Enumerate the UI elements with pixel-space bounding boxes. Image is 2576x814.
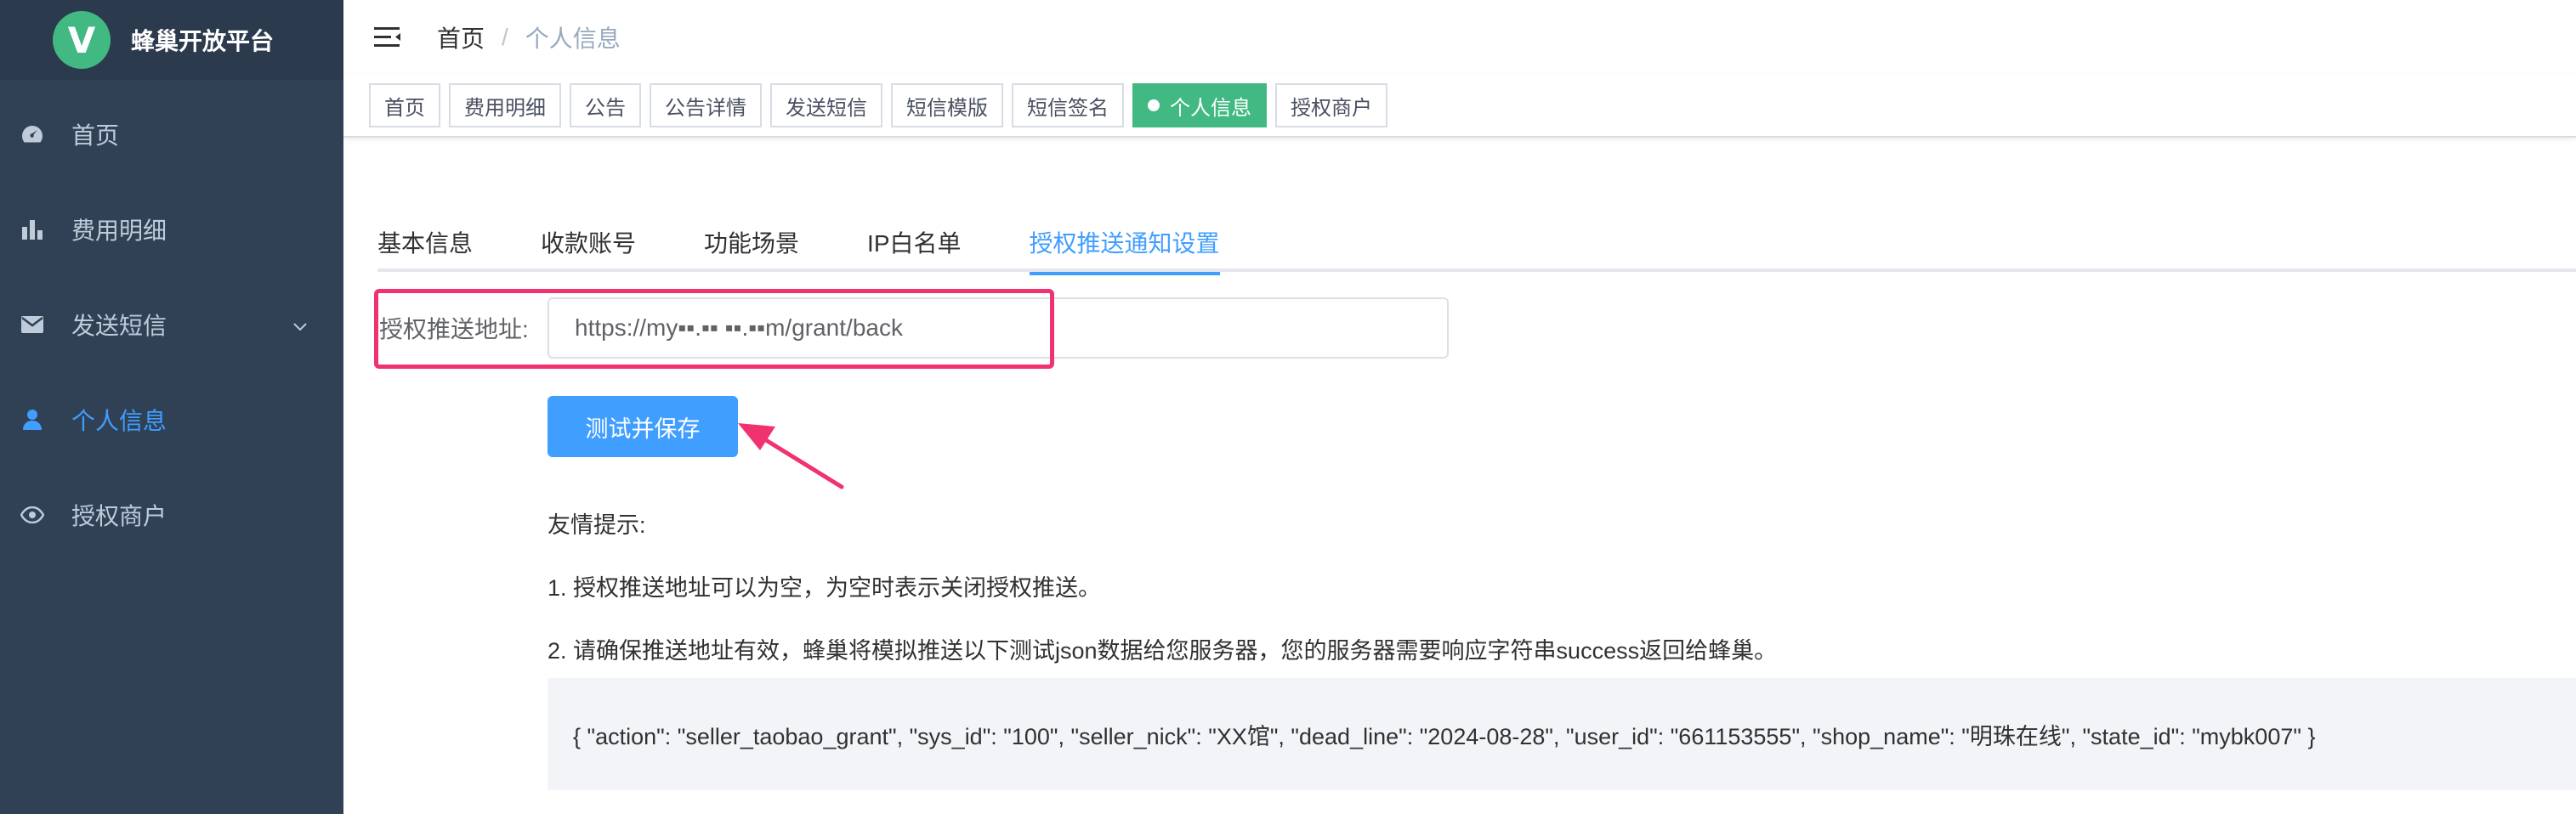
sidebar-item-label: 首页 <box>71 122 120 149</box>
tags-view: 首页 费用明细 公告 公告详情 发送短信 短信模版 短信签名 个人信息 授权商户 <box>343 75 2576 138</box>
sidebar-item-label: 授权商户 <box>71 503 167 529</box>
json-sample-block: { "action": "seller_taobao_grant", "sys_… <box>548 678 2576 790</box>
chevron-down-icon[interactable] <box>291 314 309 342</box>
tips-heading: 友情提示: <box>548 512 646 538</box>
sidebar-item-label: 个人信息 <box>71 408 167 434</box>
tips-line-1: 1. 授权推送地址可以为空，为空时表示关闭授权推送。 <box>548 575 1102 601</box>
tag-announcement-detail[interactable]: 公告详情 <box>650 83 762 127</box>
hamburger-icon[interactable] <box>372 22 403 53</box>
annotation-arrow-icon <box>738 423 844 489</box>
sidebar-item-send-sms[interactable]: 发送短信 <box>0 277 343 372</box>
sidebar: V 蜂巢开放平台 首页 费用明细 发送短信 个人信息 授权商户 <box>0 0 343 814</box>
sidebar-item-expenses[interactable]: 费用明细 <box>0 182 343 277</box>
tag-merchants[interactable]: 授权商户 <box>1275 83 1387 127</box>
tag-sms-signature[interactable]: 短信签名 <box>1012 83 1124 127</box>
sidebar-item-merchants[interactable]: 授权商户 <box>0 467 343 562</box>
mail-icon <box>19 311 46 338</box>
logo-icon: V <box>53 11 111 69</box>
settings-tabs: 基本信息 收款账号 功能场景 IP白名单 授权推送通知设置 <box>377 212 2576 275</box>
tag-home[interactable]: 首页 <box>369 83 440 127</box>
tab-auth-push-settings[interactable]: 授权推送通知设置 <box>1029 212 1220 275</box>
breadcrumb: 首页 / 个人信息 <box>437 20 621 54</box>
logo-area[interactable]: V 蜂巢开放平台 <box>0 0 343 80</box>
sidebar-item-label: 发送短信 <box>71 313 167 339</box>
user-icon <box>19 406 46 433</box>
active-dot-icon <box>1148 99 1160 111</box>
sidebar-menu: 首页 费用明细 发送短信 个人信息 授权商户 <box>0 87 343 562</box>
tips-section: 友情提示: 1. 授权推送地址可以为空，为空时表示关闭授权推送。 2. 请确保推… <box>548 510 1777 698</box>
dashboard-icon <box>19 121 46 148</box>
sidebar-item-home[interactable]: 首页 <box>0 87 343 182</box>
tab-ip-whitelist[interactable]: IP白名单 <box>867 212 961 272</box>
eye-icon <box>19 501 46 529</box>
tag-sms-template[interactable]: 短信模版 <box>891 83 1003 127</box>
tag-profile[interactable]: 个人信息 <box>1132 83 1267 127</box>
bar-chart-icon <box>19 216 46 243</box>
test-and-save-button[interactable]: 测试并保存 <box>548 396 738 457</box>
sidebar-item-label: 费用明细 <box>71 218 167 244</box>
breadcrumb-current: 个人信息 <box>525 25 621 52</box>
breadcrumb-separator: / <box>502 24 508 50</box>
sidebar-item-profile[interactable]: 个人信息 <box>0 372 343 467</box>
tab-basic-info[interactable]: 基本信息 <box>377 212 473 272</box>
json-sample-text: { "action": "seller_taobao_grant", "sys_… <box>573 723 2316 749</box>
tag-expenses[interactable]: 费用明细 <box>449 83 561 127</box>
tag-announcements[interactable]: 公告 <box>570 83 641 127</box>
tab-function-scenes[interactable]: 功能场景 <box>704 212 799 272</box>
tag-send-sms[interactable]: 发送短信 <box>770 83 882 127</box>
tab-payment-account[interactable]: 收款账号 <box>541 212 636 272</box>
annotation-highlight-box <box>374 289 1054 369</box>
breadcrumb-home[interactable]: 首页 <box>437 20 485 54</box>
app-title: 蜂巢开放平台 <box>131 28 275 54</box>
top-navbar: 首页 / 个人信息 <box>343 0 2576 75</box>
